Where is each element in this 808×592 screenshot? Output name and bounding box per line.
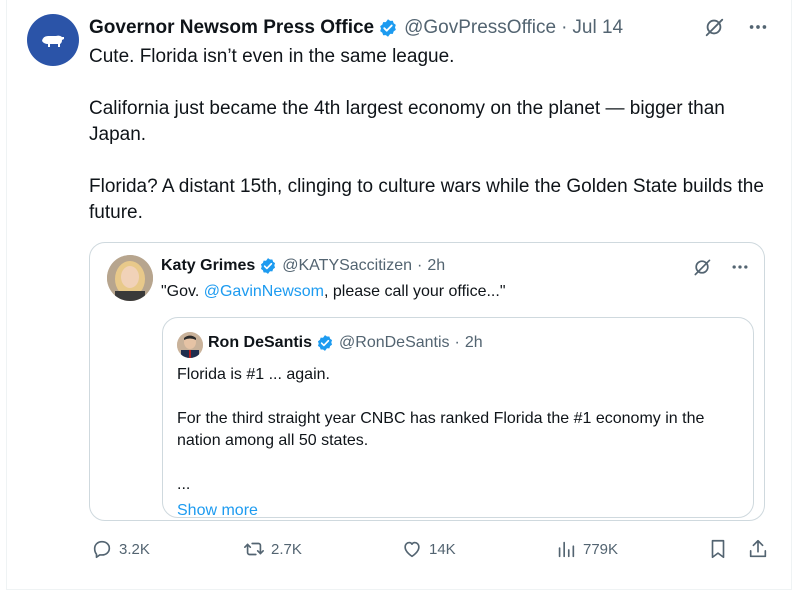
tweet-paragraph: California just became the 4th largest e…	[89, 98, 725, 145]
nested-tweet-text: Florida is #1 ... again. For the third s…	[177, 364, 737, 522]
like-button[interactable]: 14K	[401, 538, 456, 560]
separator-dot: ·	[454, 334, 460, 351]
reply-icon	[93, 540, 111, 559]
nested-paragraph: ...	[177, 476, 191, 493]
tweet-top-actions	[703, 16, 769, 38]
more-icon[interactable]	[730, 257, 750, 277]
views-icon	[558, 541, 575, 558]
author-handle[interactable]: @KATYSaccitizen	[282, 257, 412, 275]
avatar-photo	[107, 255, 153, 301]
tweet: Governor Newsom Press Office @GovPressOf…	[6, 0, 792, 590]
tweet-header: Governor Newsom Press Office @GovPressOf…	[89, 16, 623, 40]
like-icon	[404, 541, 420, 558]
share-button[interactable]	[747, 538, 769, 560]
avatar[interactable]	[27, 14, 79, 66]
avatar[interactable]	[177, 332, 203, 358]
nested-tweet-header: Ron DeSantis @RonDeSantis · 2h	[208, 334, 483, 352]
nested-quoted-tweet[interactable]: Ron DeSantis @RonDeSantis · 2h Florida i…	[162, 317, 754, 519]
quoted-tweet-text: "Gov. @GavinNewsom, please call your off…	[161, 283, 506, 301]
avatar-photo	[177, 332, 203, 358]
views-count: 779K	[583, 540, 619, 558]
timestamp[interactable]: Jul 14	[572, 17, 623, 39]
author-name[interactable]: Governor Newsom Press Office	[89, 17, 374, 39]
verified-badge-icon	[317, 335, 333, 351]
tweet-paragraph: Florida? A distant 15th, clinging to cul…	[89, 176, 764, 223]
views-button[interactable]: 779K	[555, 538, 618, 560]
nested-paragraph: Florida is #1 ... again.	[177, 366, 330, 383]
grok-icon[interactable]	[703, 16, 725, 38]
bear-logo-icon	[42, 35, 64, 47]
quoted-text-suffix: , please call your office..."	[324, 283, 506, 300]
like-count: 14K	[429, 540, 456, 558]
timestamp[interactable]: 2h	[465, 334, 483, 352]
verified-badge-icon	[380, 19, 396, 37]
repost-count: 2.7K	[271, 540, 302, 558]
reply-button[interactable]: 3.2K	[91, 538, 150, 560]
quoted-text-prefix: "Gov.	[161, 283, 204, 300]
more-icon[interactable]	[747, 16, 769, 38]
bookmark-icon	[711, 539, 725, 559]
quoted-tweet-header: Katy Grimes @KATYSaccitizen · 2h	[161, 257, 445, 275]
show-more-link[interactable]: Show more	[177, 500, 737, 522]
repost-icon	[244, 542, 264, 556]
mention-link[interactable]: @GavinNewsom	[204, 283, 324, 300]
author-handle[interactable]: @GovPressOffice	[404, 17, 556, 39]
tweet-paragraph: Cute. Florida isn’t even in the same lea…	[89, 46, 455, 67]
separator-dot: ·	[561, 17, 568, 38]
verified-badge-icon	[261, 258, 276, 274]
bookmark-button[interactable]	[707, 538, 729, 560]
author-name[interactable]: Katy Grimes	[161, 257, 255, 275]
tweet-body: Cute. Florida isn’t even in the same lea…	[89, 44, 779, 252]
grok-icon[interactable]	[692, 257, 712, 277]
timestamp[interactable]: 2h	[427, 257, 445, 275]
author-handle[interactable]: @RonDeSantis	[339, 334, 450, 352]
separator-dot: ·	[417, 257, 423, 274]
avatar[interactable]	[107, 255, 153, 301]
reply-count: 3.2K	[119, 540, 150, 558]
share-icon	[749, 539, 767, 558]
quoted-tweet-actions	[692, 257, 750, 277]
repost-button[interactable]: 2.7K	[243, 538, 302, 560]
tweet-action-bar: 3.2K 2.7K 14K 779K	[89, 538, 779, 562]
author-name[interactable]: Ron DeSantis	[208, 334, 312, 352]
quoted-tweet[interactable]: Katy Grimes @KATYSaccitizen · 2h "Gov. @…	[89, 242, 765, 521]
nested-paragraph: For the third straight year CNBC has ran…	[177, 410, 705, 449]
